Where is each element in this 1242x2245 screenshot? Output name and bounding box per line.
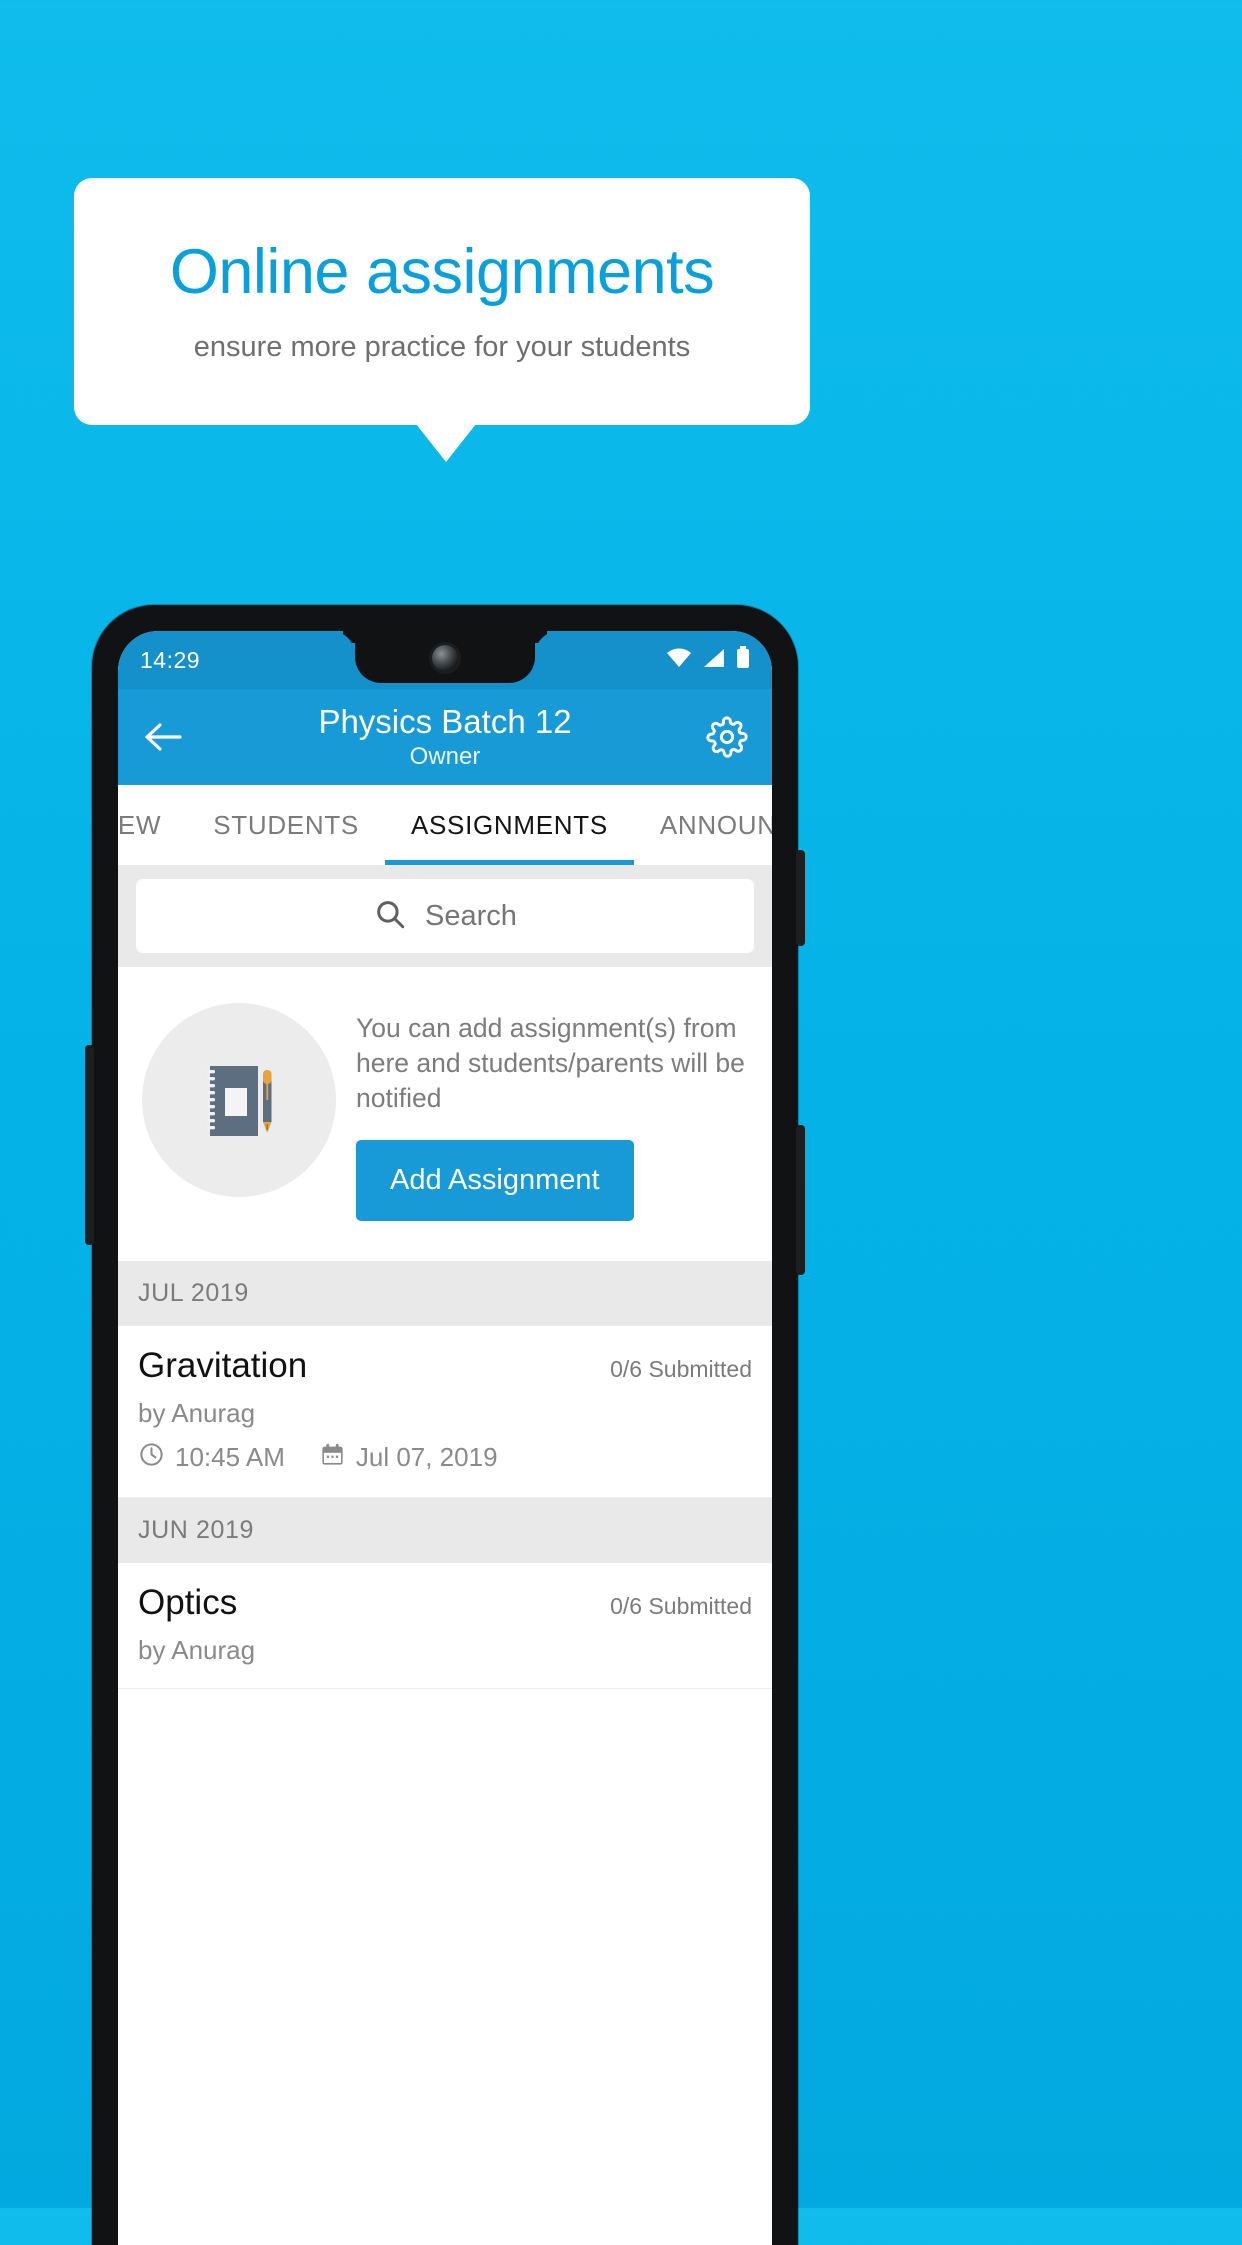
status-icons [666,646,750,674]
assignment-row-header: Optics 0/6 Submitted [138,1583,752,1623]
month-header-jun: JUN 2019 [118,1497,772,1563]
app-bar: Physics Batch 12 Owner [118,689,772,785]
promo-title: Online assignments [169,236,715,307]
empty-state-content: You can add assignment(s) from here and … [356,1003,752,1221]
app-bar-titles: Physics Batch 12 Owner [118,703,772,772]
promo-subtitle: ensure more practice for your students [193,331,691,364]
tab-assignments[interactable]: ASSIGNMENTS [384,785,634,865]
page-title: Physics Batch 12 [318,702,572,740]
signal-icon [703,647,725,674]
promo-callout-pointer [416,424,476,462]
gear-icon[interactable] [706,716,748,758]
phone-screen: 14:29 Physics Batch 12 Owner EW STUDENTS… [118,631,772,2245]
arrow-left-icon[interactable] [142,721,182,753]
assignment-title: Optics [138,1582,238,1622]
assignment-row-gravitation[interactable]: Gravitation 0/6 Submitted by Anurag 10:4… [118,1325,772,1498]
assignment-row-header: Gravitation 0/6 Submitted [138,1346,752,1386]
front-camera-icon [432,645,458,671]
tab-overview[interactable]: IEW [118,785,187,865]
search-placeholder: Search [425,899,517,932]
search-input[interactable]: Search [136,879,754,953]
status-bar: 14:29 [118,631,772,689]
assignment-submitted-count: 0/6 Submitted [610,1592,752,1619]
assignment-time: 10:45 AM [175,1442,285,1473]
search-icon [373,897,407,936]
month-header-jul: JUL 2019 [118,1260,772,1326]
device-power-button[interactable] [796,850,805,946]
assignment-meta: 10:45 AM Jul 07, 2019 [138,1441,752,1475]
device-side-button[interactable] [85,1045,94,1245]
device-notch [355,631,535,683]
status-time: 14:29 [140,646,201,673]
search-bar-container: Search [118,865,772,967]
notebook-pen-icon [142,1003,336,1197]
phone-device: 14:29 Physics Batch 12 Owner EW STUDENTS… [85,605,805,2245]
battery-icon [736,646,750,674]
promo-callout: Online assignments ensure more practice … [74,178,810,425]
tab-announcements[interactable]: ANNOUNCEM [634,785,772,865]
assignment-title: Gravitation [138,1345,308,1385]
add-assignment-button[interactable]: Add Assignment [356,1139,634,1221]
calendar-icon [319,1441,346,1475]
assignment-row-optics[interactable]: Optics 0/6 Submitted by Anurag [118,1562,772,1689]
page-subtitle: Owner [409,743,481,771]
tab-bar: IEW STUDENTS ASSIGNMENTS ANNOUNCEM [118,785,772,865]
empty-state-message: You can add assignment(s) from here and … [356,1013,745,1113]
empty-state-card: You can add assignment(s) from here and … [118,967,772,1261]
wifi-icon [666,647,692,674]
assignment-author: by Anurag [138,1397,256,1428]
clock-icon [138,1441,165,1475]
device-volume-button[interactable] [796,1125,805,1275]
assignment-date: Jul 07, 2019 [355,1442,498,1473]
tab-students[interactable]: STUDENTS [187,785,385,865]
assignment-author: by Anurag [138,1634,256,1665]
assignment-submitted-count: 0/6 Submitted [610,1355,752,1382]
